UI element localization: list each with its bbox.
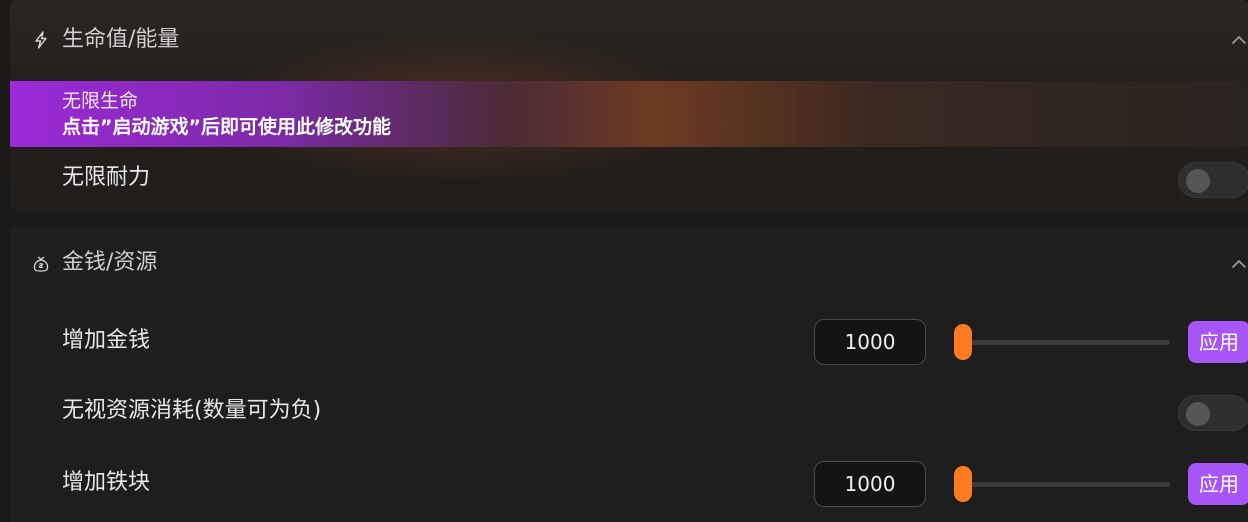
add-iron-apply-button[interactable]: 应用 bbox=[1188, 463, 1248, 505]
option-label-add-iron: 增加铁块 bbox=[62, 470, 151, 495]
chevron-up-icon[interactable] bbox=[1230, 31, 1248, 49]
add-money-value-input[interactable]: 1000 bbox=[814, 319, 926, 365]
money-bag-icon bbox=[32, 255, 50, 273]
banner-instruction: 点击”启动游戏”后即可使用此修改功能 bbox=[62, 116, 391, 138]
add-iron-value-input[interactable]: 1000 bbox=[814, 461, 926, 507]
lightning-icon bbox=[32, 31, 50, 49]
chevron-up-icon[interactable] bbox=[1230, 255, 1248, 273]
toggle-infinite-stamina[interactable] bbox=[1178, 162, 1248, 198]
add-iron-slider[interactable] bbox=[954, 466, 1170, 502]
toggle-ignore-resource-cost[interactable] bbox=[1178, 395, 1248, 431]
banner-feature-name: 无限生命 bbox=[62, 90, 139, 112]
section-money-resources: 金钱/资源 增加金钱 1000 应用 无视资源消耗(数量可为负) 增加铁块 10… bbox=[10, 226, 1248, 522]
slider-thumb[interactable] bbox=[954, 466, 972, 502]
section-title: 金钱/资源 bbox=[62, 250, 158, 275]
add-money-slider[interactable] bbox=[954, 324, 1170, 360]
toggle-knob bbox=[1186, 402, 1210, 426]
notice-banner: 无限生命 点击”启动游戏”后即可使用此修改功能 bbox=[10, 81, 1248, 147]
toggle-knob bbox=[1186, 169, 1210, 193]
trainer-panel: 生命值/能量 无限生命 点击”启动游戏”后即可使用此修改功能 无限耐力 金钱/资… bbox=[0, 0, 1248, 522]
add-money-apply-button[interactable]: 应用 bbox=[1188, 321, 1248, 363]
slider-thumb[interactable] bbox=[954, 324, 972, 360]
slider-track bbox=[954, 340, 1170, 345]
slider-track bbox=[954, 482, 1170, 487]
option-label-add-money: 增加金钱 bbox=[62, 328, 151, 353]
section-health-energy: 生命值/能量 无限生命 点击”启动游戏”后即可使用此修改功能 无限耐力 bbox=[10, 0, 1248, 212]
section-header[interactable]: 生命值/能量 bbox=[10, 0, 1248, 80]
section-title: 生命值/能量 bbox=[62, 27, 180, 52]
section-header[interactable]: 金钱/资源 bbox=[10, 226, 1248, 306]
option-label-infinite-stamina: 无限耐力 bbox=[62, 165, 151, 190]
option-label-ignore-resource-cost: 无视资源消耗(数量可为负) bbox=[62, 398, 322, 423]
